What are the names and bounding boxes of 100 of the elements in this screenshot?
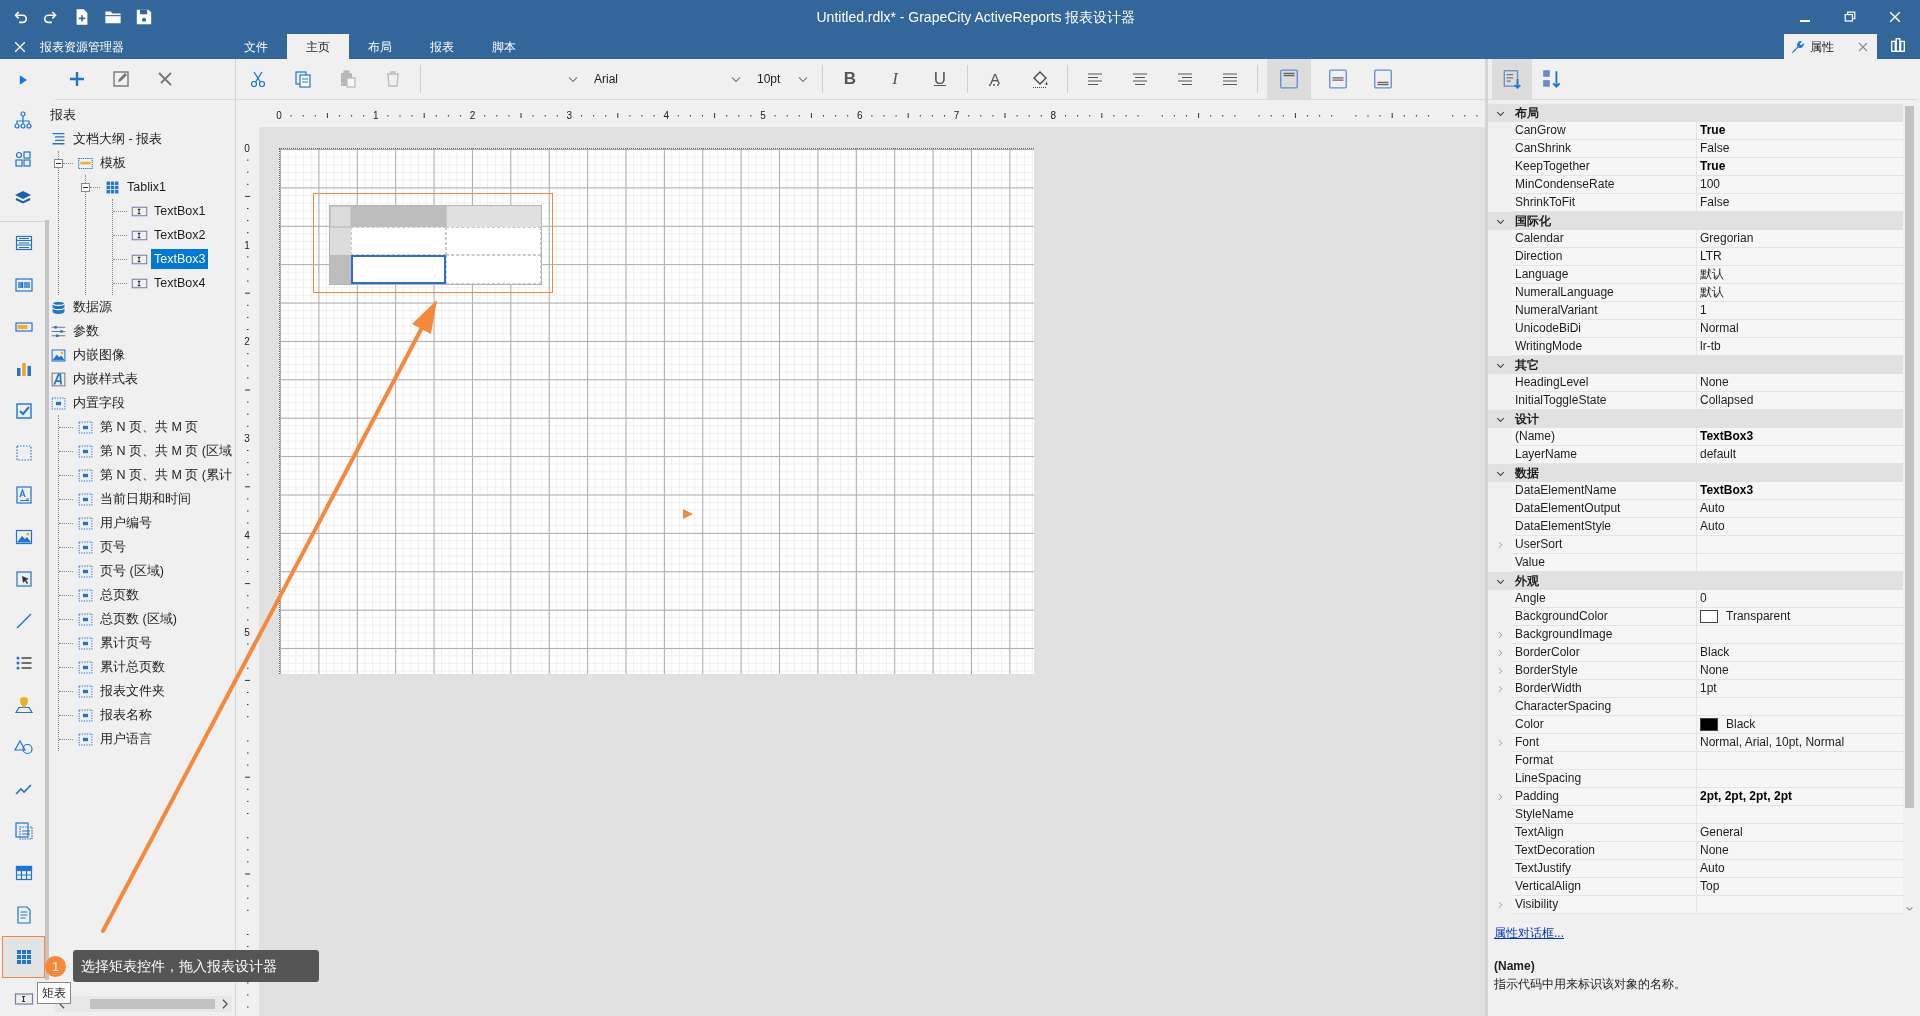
value-cell[interactable]: False (1697, 140, 1905, 158)
value-cell[interactable] (1697, 626, 1905, 644)
value-cell[interactable]: 默认 (1697, 266, 1905, 284)
tree-item[interactable]: 第 N 页、共 M 页 (97, 416, 202, 438)
scroll-bar[interactable] (1903, 104, 1916, 914)
value-cell[interactable] (1697, 770, 1905, 788)
value-cell[interactable]: Auto (1697, 860, 1905, 878)
tab[interactable]: 布局 (349, 34, 411, 59)
property-value: lr-tb (1700, 338, 1721, 355)
value-cell[interactable]: default (1697, 446, 1905, 464)
tablix-cell[interactable] (351, 227, 446, 255)
tab[interactable]: 文件 (225, 34, 287, 59)
tree-item[interactable]: 内嵌图像 (70, 344, 128, 366)
tree-item[interactable]: 第 N 页、共 M 页 (区域 (97, 440, 235, 462)
value-cell[interactable]: Normal, Arial, 10pt, Normal (1697, 734, 1905, 752)
tab[interactable]: 报表 (411, 34, 473, 59)
tree-item[interactable]: 报表文件夹 (97, 680, 168, 702)
value-cell[interactable]: True (1697, 122, 1905, 140)
tablix-corner-handle[interactable] (330, 206, 351, 227)
tree-item[interactable]: 模板 (97, 152, 129, 174)
value-cell[interactable]: Auto (1697, 500, 1905, 518)
value-cell[interactable]: 1pt (1697, 680, 1905, 698)
components-icon (12, 148, 33, 169)
value-cell[interactable]: Auto (1697, 518, 1905, 536)
link[interactable]: 属性对话框... (1494, 926, 1564, 940)
column-handle[interactable] (446, 206, 541, 227)
value-cell[interactable]: 0 (1697, 590, 1905, 608)
tab[interactable]: 主页 (287, 34, 349, 59)
underline-button[interactable]: U (922, 59, 958, 99)
value-cell[interactable]: 1 (1697, 302, 1905, 320)
row-handle[interactable] (330, 227, 351, 255)
tree-item[interactable]: 总页数 (区域) (97, 608, 180, 630)
scroll-bar[interactable] (45, 220, 49, 980)
ruler-number: 8 (1050, 110, 1057, 121)
tree-item[interactable]: 内置字段 (70, 392, 128, 414)
categorized-view-button[interactable] (1492, 59, 1532, 99)
tree-item[interactable]: 第 N 页、共 M 页 (累计 (97, 464, 235, 486)
tree-item[interactable]: 用户语言 (97, 728, 155, 750)
value-cell[interactable] (1697, 752, 1905, 770)
tree-item[interactable]: 内嵌样式表 (70, 368, 141, 390)
italic-button[interactable]: I (877, 59, 913, 99)
value-cell[interactable]: Top (1697, 878, 1905, 896)
tree-item[interactable]: 报表名称 (97, 704, 155, 726)
value-cell[interactable] (1697, 554, 1905, 572)
tree-item[interactable]: 累计总页数 (97, 656, 168, 678)
tree-item[interactable]: TextBox2 (151, 224, 209, 246)
tree-item[interactable]: TextBox3 (151, 248, 209, 270)
bold-button[interactable]: B (832, 59, 868, 99)
value-cell[interactable]: False (1697, 194, 1905, 212)
collapse-toggle[interactable] (54, 158, 63, 168)
toolbox-button[interactable] (2, 936, 45, 978)
value-cell[interactable]: 100 (1697, 176, 1905, 194)
font-size-dropdown[interactable]: 10pt (755, 66, 813, 92)
tree-item[interactable]: 参数 (70, 320, 102, 342)
font-color-button[interactable]: A (977, 59, 1013, 99)
tree-item[interactable]: TextBox4 (151, 272, 209, 294)
value-cell[interactable]: None (1697, 662, 1905, 680)
tree-item[interactable]: 用户编号 (97, 512, 155, 534)
tree-item[interactable]: 文档大纲 - 报表 (70, 128, 166, 150)
tree-item[interactable]: TextBox1 (151, 200, 209, 222)
tree-item[interactable]: 页号 (97, 536, 129, 558)
tablix-cell[interactable] (351, 255, 446, 284)
properties-tab[interactable]: 属性 (1784, 34, 1877, 59)
value-cell[interactable]: General (1697, 824, 1905, 842)
value-cell[interactable]: Transparent (1697, 608, 1905, 626)
font-dropdown[interactable]: Arial (592, 66, 746, 92)
value-cell[interactable]: TextBox3 (1697, 482, 1905, 500)
tree-item[interactable]: 数据源 (70, 296, 115, 318)
value-cell[interactable]: TextBox3 (1697, 428, 1905, 446)
tab[interactable]: 脚本 (473, 34, 535, 59)
value-cell[interactable]: lr-tb (1697, 338, 1905, 356)
value-cell[interactable] (1697, 806, 1905, 824)
value-cell[interactable]: 2pt, 2pt, 2pt, 2pt (1697, 788, 1905, 806)
tree-item[interactable]: 累计页号 (97, 632, 155, 654)
value-cell[interactable]: Black (1697, 644, 1905, 662)
value-cell[interactable]: True (1697, 158, 1905, 176)
value-cell[interactable]: LTR (1697, 248, 1905, 266)
tree-item[interactable]: 当前日期和时间 (97, 488, 194, 510)
tree-item[interactable]: 总页数 (97, 584, 142, 606)
value-cell[interactable]: Collapsed (1697, 392, 1905, 410)
property-name: KeepTogether (1512, 158, 1697, 176)
row-handle[interactable] (330, 255, 351, 284)
value-cell[interactable]: 默认 (1697, 284, 1905, 302)
tablix-cell[interactable] (446, 227, 541, 255)
value-cell[interactable]: Black (1697, 716, 1905, 734)
value-cell[interactable]: Gregorian (1697, 230, 1905, 248)
align-top-button[interactable] (1267, 59, 1311, 99)
tree-item[interactable]: 页号 (区域) (97, 560, 167, 582)
value-cell[interactable]: None (1697, 374, 1905, 392)
tree-item[interactable]: 报表 (50, 104, 79, 126)
value-cell[interactable] (1697, 698, 1905, 716)
tree-item[interactable]: Tablix1 (124, 176, 169, 198)
collapse-toggle[interactable] (81, 182, 90, 192)
tablix-cell[interactable] (446, 255, 541, 284)
value-cell[interactable] (1697, 896, 1905, 914)
value-cell[interactable]: Normal (1697, 320, 1905, 338)
value-cell[interactable] (1697, 536, 1905, 554)
value-cell[interactable]: None (1697, 842, 1905, 860)
save-icon (135, 8, 153, 26)
column-handle[interactable] (351, 206, 446, 227)
